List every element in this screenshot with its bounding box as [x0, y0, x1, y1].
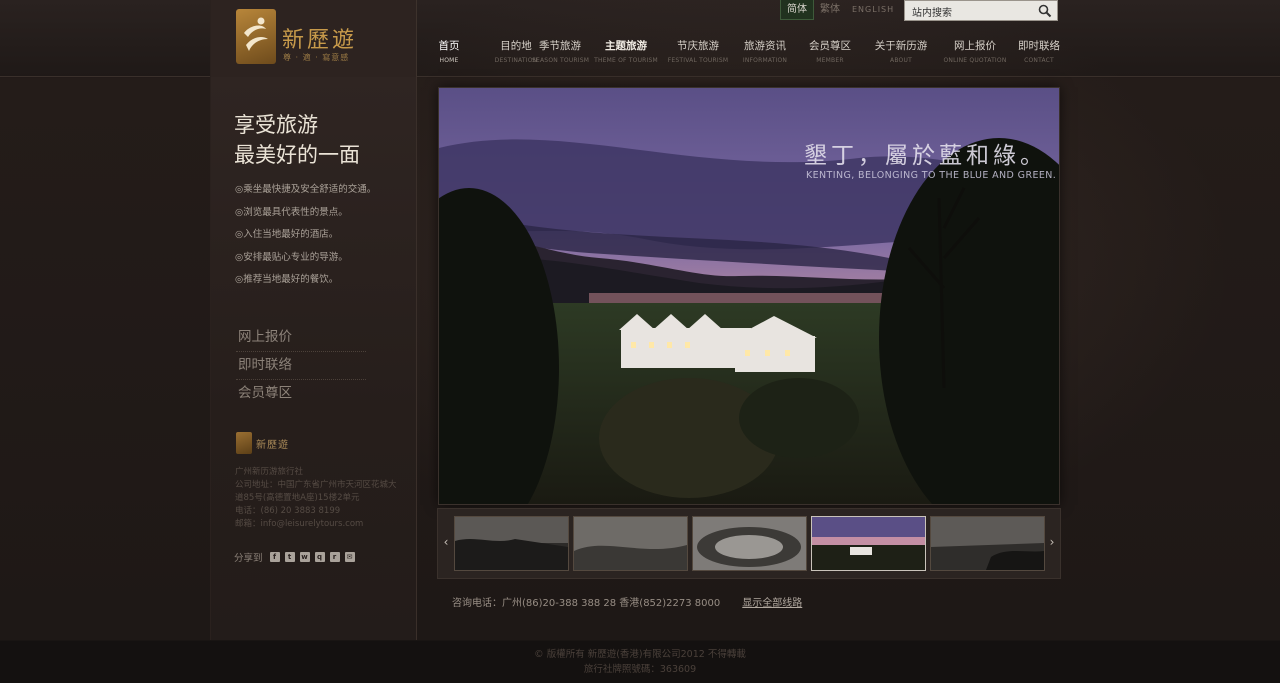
quick-links: 网上报价 即时联络 会员尊区: [236, 324, 366, 407]
nav-sublabel: CONTACT: [1024, 57, 1054, 64]
mini-logo-icon: [236, 432, 252, 454]
mini-logo-name: 新歷遊: [256, 439, 289, 451]
nav-label: 旅游资讯: [744, 40, 786, 52]
main-nav: 首页 HOME 目的地 DESTINATION 季节旅游 SEASON TOUR…: [432, 38, 1068, 64]
weibo-icon[interactable]: w: [299, 552, 310, 562]
nav-member[interactable]: 会员尊区 MEMBER: [798, 38, 862, 64]
hero-subtitle: KENTING, BELONGING TO THE BLUE AND GREEN…: [806, 170, 1057, 181]
slogan: 享受旅游 最美好的一面: [234, 110, 360, 170]
nav-sublabel: SEASON TOURISM: [532, 57, 590, 64]
slogan-line-2: 最美好的一面: [234, 143, 360, 167]
feature-item: ◎推荐当地最好的餐饮。: [235, 274, 339, 285]
hotline-bar: 咨询电话：广州(86)20-388 388 28 香港(852)2273 800…: [452, 594, 802, 609]
share-label: 分享到: [234, 553, 263, 564]
logo-name[interactable]: 新歷遊: [282, 22, 357, 54]
language-switcher: 简体 繁体 ENGLISH: [780, 0, 900, 20]
search-icon[interactable]: [1038, 4, 1052, 18]
lang-traditional[interactable]: 繁体: [814, 0, 846, 19]
nav-sublabel: MEMBER: [816, 57, 844, 64]
hero-banner[interactable]: 墾丁，屬於藍和綠。 KENTING, BELONGING TO THE BLUE…: [438, 87, 1060, 505]
feature-item: ◎入住当地最好的酒店。: [235, 229, 339, 240]
nav-sublabel: ABOUT: [890, 57, 912, 64]
search-box: [904, 0, 1058, 23]
hotline-text: 咨询电话：广州(86)20-388 388 28 香港(852)2273 800…: [452, 598, 721, 609]
logo-tagline: 尊 · 適 · 寫意感: [283, 53, 350, 62]
lang-simplified[interactable]: 简体: [780, 0, 814, 20]
nav-season-tourism[interactable]: 季节旅游 SEASON TOURISM: [532, 38, 590, 64]
feature-item: ◎乘坐最快捷及安全舒适的交通。: [235, 184, 377, 195]
nav-home[interactable]: 首页 HOME: [432, 38, 466, 64]
rss-icon[interactable]: r: [329, 552, 340, 562]
logo-mark-icon[interactable]: [236, 9, 276, 64]
facebook-icon[interactable]: f: [269, 552, 280, 562]
twitter-icon[interactable]: t: [284, 552, 295, 562]
nav-label: 节庆旅游: [677, 40, 719, 52]
nav-online-quotation[interactable]: 网上报价 ONLINE QUOTATION: [940, 38, 1010, 64]
thumbnail[interactable]: [930, 516, 1045, 571]
nav-sublabel: FESTIVAL TOURISM: [667, 57, 729, 64]
company-phone: 电话：(86) 20 3883 8199: [235, 506, 341, 516]
nav-label: 关于新历游: [874, 40, 928, 52]
company-email[interactable]: 邮箱：info@leisurelytours.com: [235, 518, 403, 531]
copyright: © 版權所有 新歷遊(香港)有限公司2012 不得轉載 旅行社牌照號碼：3636…: [0, 647, 1280, 677]
share-bar: 分享到 f t w q r ✉: [234, 550, 360, 564]
slogan-line-1: 享受旅游: [234, 113, 318, 137]
thumbnail[interactable]: [454, 516, 569, 571]
nav-sublabel: INFORMATION: [742, 57, 788, 64]
thumbnail[interactable]: [573, 516, 688, 571]
nav-about[interactable]: 关于新历游 ABOUT: [862, 38, 940, 64]
quick-link-contact[interactable]: 即时联络: [236, 352, 366, 380]
feature-item: ◎安排最贴心专业的导游。: [235, 251, 348, 263]
thumbnail-carousel: ‹ ›: [437, 508, 1061, 579]
nav-label: 首页: [438, 40, 460, 52]
quick-link-member[interactable]: 会员尊区: [236, 380, 366, 407]
search-input[interactable]: [905, 4, 1036, 23]
thumbnail-active[interactable]: [811, 516, 926, 571]
chevron-left-icon[interactable]: ‹: [441, 534, 451, 550]
nav-sublabel: THEME OF TOURISM: [594, 57, 658, 64]
nav-label: 即时联络: [1018, 40, 1060, 52]
mail-icon[interactable]: ✉: [344, 552, 355, 562]
nav-festival-tourism[interactable]: 节庆旅游 FESTIVAL TOURISM: [664, 38, 732, 64]
nav-label: 主题旅游: [605, 40, 647, 52]
nav-sublabel: HOME: [439, 57, 459, 64]
nav-label: 会员尊区: [809, 40, 851, 52]
nav-information[interactable]: 旅游资讯 INFORMATION: [732, 38, 798, 64]
header-divider: [0, 76, 1280, 77]
feature-list: ◎乘坐最快捷及安全舒适的交通。 ◎浏览最具代表性的景点。 ◎入住当地最好的酒店。…: [235, 182, 376, 295]
company-name: 广州新历游旅行社: [235, 467, 304, 477]
show-all-routes-link[interactable]: 显示全部线路: [742, 594, 802, 609]
company-address: 公司地址：中国广东省广州市天河区花城大道85号(高德置地A座)15楼2单元: [235, 480, 397, 503]
contact-info: 广州新历游旅行社 公司地址：中国广东省广州市天河区花城大道85号(高德置地A座)…: [235, 466, 403, 531]
nav-label: 网上报价: [954, 40, 996, 52]
thumbnail[interactable]: [692, 516, 807, 571]
lang-english[interactable]: ENGLISH: [846, 0, 900, 19]
chevron-right-icon[interactable]: ›: [1047, 534, 1057, 550]
copyright-line-1: © 版權所有 新歷遊(香港)有限公司2012 不得轉載: [534, 649, 746, 660]
quick-link-online-quotation[interactable]: 网上报价: [236, 324, 366, 352]
nav-label: 季节旅游: [539, 40, 581, 52]
qzone-icon[interactable]: q: [314, 552, 325, 562]
hero-title: 墾丁，屬於藍和綠。: [804, 143, 1047, 169]
license-number: 旅行社牌照號碼：363609: [583, 664, 697, 675]
mini-logo: 新歷遊: [236, 432, 289, 454]
nav-theme-tourism[interactable]: 主题旅游 THEME OF TOURISM: [588, 38, 664, 64]
feature-item: ◎浏览最具代表性的景点。: [235, 206, 348, 218]
nav-sublabel: ONLINE QUOTATION: [943, 57, 1007, 64]
nav-contact[interactable]: 即时联络 CONTACT: [1010, 38, 1068, 64]
